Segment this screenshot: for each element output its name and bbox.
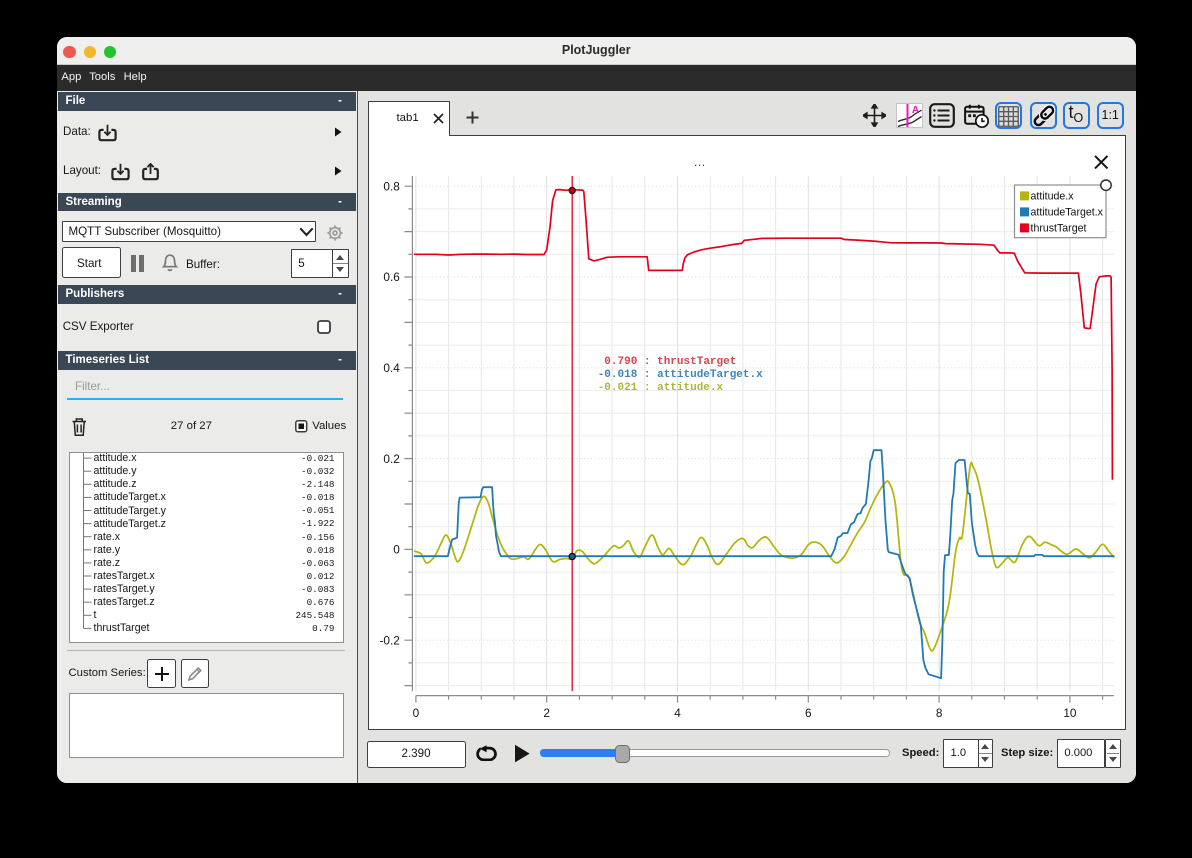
svg-text:attitude.x: attitude.x [1030,190,1074,202]
svg-text:0.8: 0.8 [383,179,400,193]
svg-text:6: 6 [805,705,812,719]
svg-text:A: A [911,104,919,116]
svg-text:8: 8 [935,705,942,719]
svg-text:-0.021 : attitude.x: -0.021 : attitude.x [597,382,723,394]
svg-text:attitudeTarget.x: attitudeTarget.x [1030,206,1103,218]
svg-text:thrustTarget: thrustTarget [1030,222,1086,234]
svg-text:4: 4 [674,705,681,719]
svg-text:0.790 : thrustTarget: 0.790 : thrustTarget [604,356,736,368]
svg-text:10: 10 [1063,705,1077,719]
svg-text:-0.2: -0.2 [379,633,399,647]
svg-text:0.2: 0.2 [383,451,399,465]
svg-text:0.6: 0.6 [383,270,400,284]
svg-text:2: 2 [543,705,550,719]
svg-text:0: 0 [393,542,400,556]
svg-text:-0.018 : attitudeTarget.x: -0.018 : attitudeTarget.x [597,369,762,381]
svg-text:0: 0 [412,705,419,719]
svg-text:0.4: 0.4 [383,361,400,375]
svg-text:...: ... [694,154,706,168]
